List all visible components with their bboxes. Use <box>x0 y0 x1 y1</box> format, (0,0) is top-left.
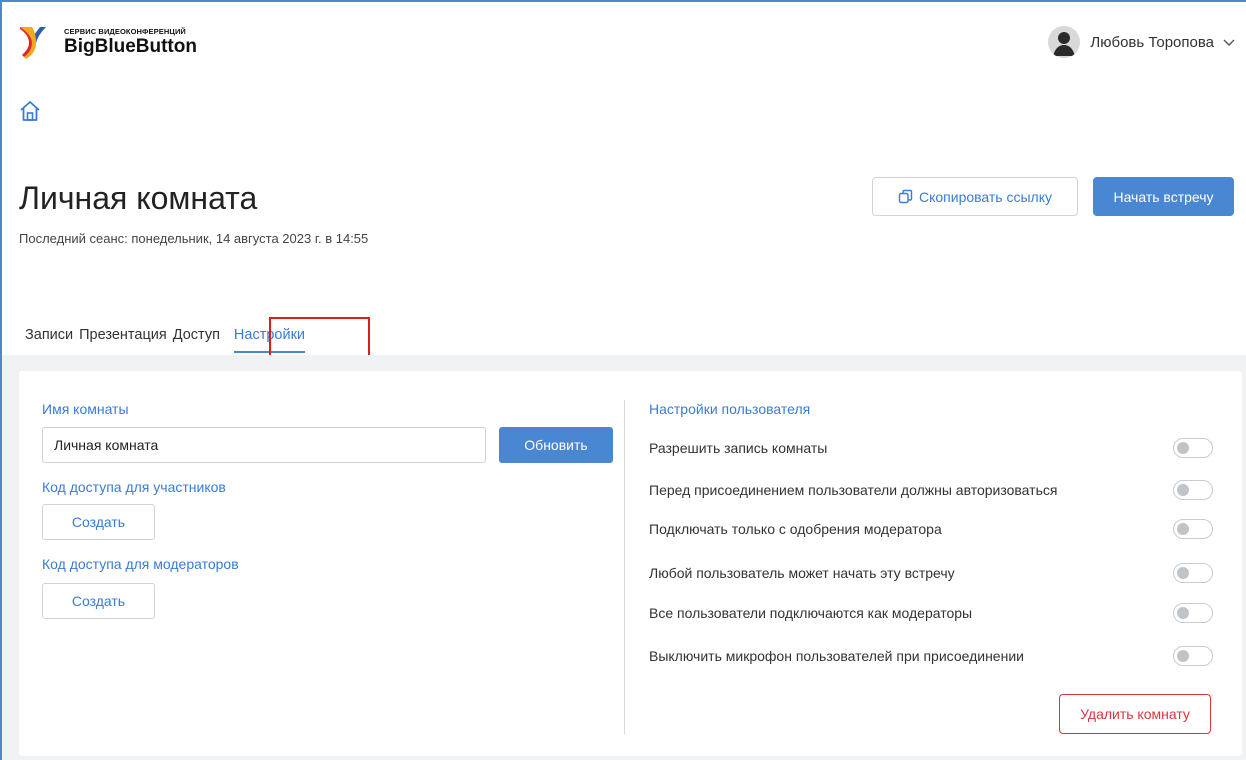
brand-title: BigBlueButton <box>64 36 197 57</box>
toggle-moderator-approval[interactable] <box>1173 519 1213 539</box>
start-meeting-button[interactable]: Начать встречу <box>1093 177 1234 216</box>
setting-label: Разрешить запись комнаты <box>649 440 828 456</box>
setting-row-mute-on-join: Выключить микрофон пользователей при при… <box>649 645 1213 667</box>
setting-label: Выключить микрофон пользователей при при… <box>649 648 1024 664</box>
copy-icon <box>898 189 913 204</box>
toggle-knob <box>1177 442 1189 454</box>
toggle-knob <box>1177 567 1189 579</box>
chevron-down-icon[interactable] <box>1222 35 1236 49</box>
home-icon[interactable] <box>19 100 41 122</box>
toggle-knob <box>1177 523 1189 535</box>
setting-label: Подключать только с одобрения модератора <box>649 521 942 537</box>
tab-presentation[interactable]: Презентация <box>79 325 167 345</box>
toggle-knob <box>1177 650 1189 662</box>
delete-room-button[interactable]: Удалить комнату <box>1059 694 1211 734</box>
page-title: Личная комната <box>19 180 258 216</box>
panel-divider <box>624 400 625 734</box>
toggle-mute-on-join[interactable] <box>1173 646 1213 666</box>
brand-subtitle: СЕРВИС ВИДЕОКОНФЕРЕНЦИЙ <box>64 27 186 36</box>
toggle-all-moderators[interactable] <box>1173 603 1213 623</box>
tab-recordings[interactable]: Записи <box>25 325 73 345</box>
setting-row-allow-recording: Разрешить запись комнаты <box>649 437 1213 459</box>
top-header: СЕРВИС ВИДЕОКОНФЕРЕНЦИЙ BigBlueButton Лю… <box>16 18 1236 66</box>
toggle-knob <box>1177 607 1189 619</box>
copy-link-button[interactable]: Скопировать ссылку <box>872 177 1078 216</box>
moderator-code-label: Код доступа для модераторов <box>42 556 239 572</box>
copy-link-label: Скопировать ссылку <box>918 188 1053 205</box>
setting-row-anyone-start: Любой пользователь может начать эту встр… <box>649 562 1213 584</box>
create-moderator-code-button[interactable]: Создать <box>42 583 155 619</box>
setting-row-all-moderators: Все пользователи подключаются как модера… <box>649 602 1213 624</box>
participant-code-label: Код доступа для участников <box>42 479 226 495</box>
last-session-text: Последний сеанс: понедельник, 14 августа… <box>19 231 369 246</box>
update-button[interactable]: Обновить <box>499 427 613 463</box>
avatar[interactable] <box>1048 26 1081 58</box>
toggle-anyone-start[interactable] <box>1173 563 1213 583</box>
user-name[interactable]: Любовь Торопова <box>1090 34 1214 51</box>
setting-label: Любой пользователь может начать эту встр… <box>649 565 955 581</box>
brand-logo-icon[interactable] <box>20 25 46 61</box>
create-participant-code-button[interactable]: Создать <box>42 504 155 540</box>
user-menu[interactable]: Любовь Торопова <box>1048 25 1236 59</box>
tab-access[interactable]: Доступ <box>173 325 220 345</box>
setting-label: Перед присоединением пользователи должны… <box>649 482 1058 498</box>
toggle-allow-recording[interactable] <box>1173 438 1213 458</box>
toggle-knob <box>1177 484 1189 496</box>
user-avatar-icon <box>1048 26 1081 58</box>
room-name-input[interactable]: Личная комната <box>42 427 486 463</box>
toggle-require-auth[interactable] <box>1173 480 1213 500</box>
setting-row-moderator-approval: Подключать только с одобрения модератора <box>649 518 1213 540</box>
setting-label: Все пользователи подключаются как модера… <box>649 605 973 621</box>
setting-row-require-auth: Перед присоединением пользователи должны… <box>649 479 1213 501</box>
user-settings-heading: Настройки пользователя <box>649 401 811 417</box>
room-name-label: Имя комнаты <box>42 401 129 417</box>
